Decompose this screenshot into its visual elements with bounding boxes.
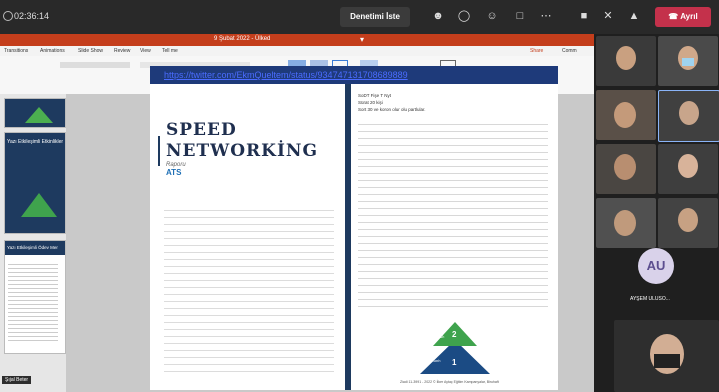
ribbon-tabs: Transitions Animations Slide Show Review… <box>0 46 594 56</box>
participant-tile[interactable] <box>596 144 656 194</box>
notes-line-2: Sürat 20 kişi <box>358 100 383 105</box>
meeting-toolbar: 02:36:14 Denetimi İste ☻ ◯ ☺ □ ⋯ ■ ✕ ▲ ☎… <box>0 0 719 34</box>
participant-face <box>679 101 699 125</box>
leave-label: Ayrıl <box>680 12 698 21</box>
pyramid-diagram: 2 1 Trimosh Dikunh <box>420 318 490 374</box>
title-speed: SPEED <box>166 120 237 140</box>
thumb-3-text <box>8 261 58 341</box>
chat-icon[interactable]: ◯ <box>456 8 472 24</box>
pyramid-label-2: 2 <box>452 330 457 339</box>
face-mask <box>682 58 694 66</box>
tab-tell-me[interactable]: Tell me <box>162 48 178 54</box>
participant-tile[interactable] <box>596 198 656 248</box>
slide-thumb-3[interactable]: Yazı Etkileşimli Ödev Mer <box>4 240 66 354</box>
participant-avatar-tile[interactable]: AU <box>638 248 674 284</box>
participant-face <box>614 210 636 236</box>
slide-thumbnails: Yazı Etkileşimli Etkinlikler Yazı Etkile… <box>0 94 66 392</box>
url-band: https://twitter.com/EkmQueltem/status/93… <box>150 66 558 84</box>
pyramid-label-1: 1 <box>452 358 457 367</box>
report-body-text <box>164 204 334 374</box>
thumb-2-label: Yazı Etkileşimli Etkinlikler <box>7 139 64 145</box>
avatar: AU <box>638 248 674 284</box>
slide-footer: Ziadi 11-3991 - 2022 © İlker Aytaç Eğiti… <box>400 380 499 384</box>
title-dropdown-icon: ▾ <box>360 35 365 44</box>
slide: https://twitter.com/EkmQueltem/status/93… <box>150 66 558 390</box>
tab-view[interactable]: View <box>140 48 151 54</box>
comments-button[interactable]: Comm <box>562 48 577 54</box>
participant-face <box>616 46 636 70</box>
pyramid-icon <box>21 193 57 217</box>
tab-slide-show[interactable]: Slide Show <box>78 48 103 54</box>
share-icon[interactable]: ▲ <box>626 8 642 24</box>
pyramid-sub-base: Dikunh <box>428 358 441 363</box>
slide-thumb-1[interactable] <box>4 98 66 128</box>
font-selector[interactable] <box>60 62 130 68</box>
participant-face <box>678 154 698 178</box>
notes-line-3: Sort 30 ve koron olur olu partlular. <box>358 107 426 112</box>
rooms-icon[interactable]: □ <box>512 8 528 24</box>
notes-line-1: SoDT Fişe T Nyt <box>358 93 392 98</box>
powerpoint-titlebar: 9 Şubat 2022 - Ülked ▾ <box>0 34 594 46</box>
slide-body-text <box>358 118 548 308</box>
accent-line <box>158 136 160 166</box>
participant-tile[interactable] <box>658 144 718 194</box>
tab-review[interactable]: Review <box>114 48 130 54</box>
participant-tile[interactable] <box>658 90 719 142</box>
participant-face <box>614 154 636 180</box>
ats-logo: ATS <box>166 168 182 177</box>
participant-name: AYŞEM ULUSO... <box>630 296 670 302</box>
participant-face <box>614 102 636 128</box>
participant-tile[interactable] <box>614 320 719 392</box>
slide-notes-header: SoDT Fişe T Nyt Sürat 20 kişi Sort 30 ve… <box>358 92 548 113</box>
participants-icon[interactable]: ☻ <box>430 8 446 24</box>
report-cover: SPEED NETWORKİNG Raporu ATS <box>150 84 345 390</box>
pyramid-icon <box>25 107 53 123</box>
more-icon[interactable]: ⋯ <box>538 8 554 24</box>
reactions-icon[interactable]: ☺ <box>484 8 500 24</box>
presenter-name: Şıjal Beter <box>2 376 32 384</box>
camera-icon[interactable]: ■ <box>576 8 592 24</box>
face-mask <box>654 354 680 368</box>
participant-tile[interactable] <box>596 36 656 86</box>
twitter-link[interactable]: https://twitter.com/EkmQueltem/status/93… <box>164 70 408 80</box>
request-control-button[interactable]: Denetimi İste <box>340 7 410 27</box>
shield-icon <box>3 11 13 21</box>
report-title-block: SPEED NETWORKİNG Raporu ATS <box>166 120 318 190</box>
slide-thumb-2[interactable]: Yazı Etkileşimli Etkinlikler <box>4 132 66 234</box>
leave-button[interactable]: ☎ Ayrıl <box>655 7 711 27</box>
share-ppt-button[interactable]: Share <box>530 48 543 54</box>
participant-tile[interactable] <box>658 36 718 86</box>
tab-animations[interactable]: Animations <box>40 48 65 54</box>
divider-bar <box>345 84 351 390</box>
participant-tile[interactable] <box>658 198 718 248</box>
participant-face <box>678 208 698 232</box>
title-networking: NETWORKİNG <box>166 141 318 161</box>
file-title: 9 Şubat 2022 - Ülked <box>214 36 271 42</box>
thumb-3-label: Yazı Etkileşimli Ödev Mer <box>7 245 58 250</box>
meeting-timer: 02:36:14 <box>14 11 50 21</box>
pyramid-sub-top: Trimosh <box>430 334 445 339</box>
participant-gallery: AU AYŞEM ULUSO... <box>594 34 719 392</box>
mic-off-icon[interactable]: ✕ <box>600 8 616 24</box>
tab-transitions[interactable]: Transitions <box>4 48 28 54</box>
participant-tile[interactable] <box>596 90 656 140</box>
